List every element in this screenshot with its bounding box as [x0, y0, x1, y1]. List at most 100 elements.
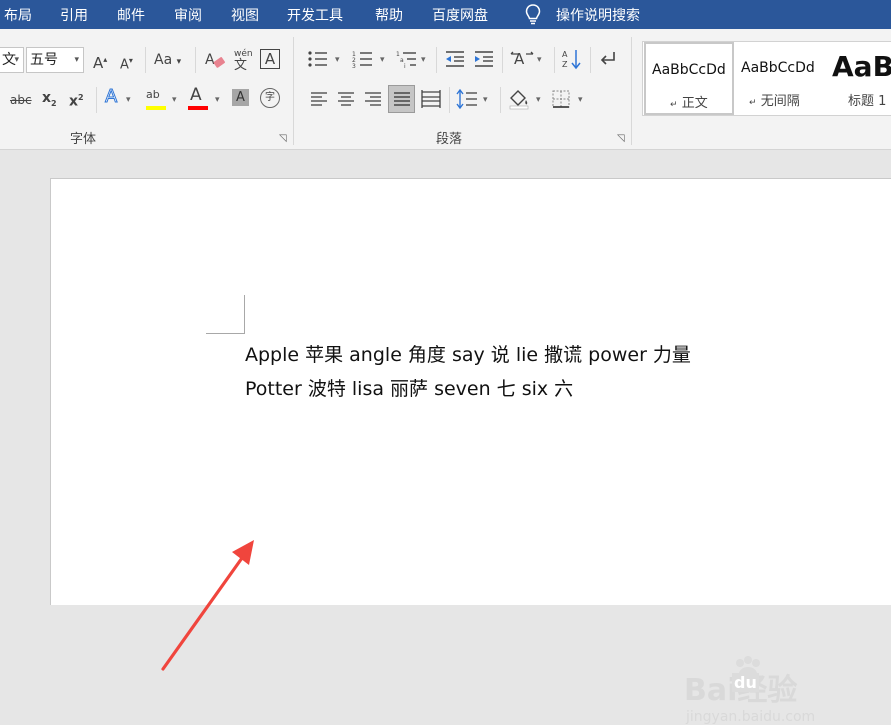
enclose-characters-button[interactable]: 字: [260, 88, 280, 108]
chevron-down-icon[interactable]: ▾: [578, 95, 583, 105]
font-name-dropdown[interactable]: 文 ▾: [0, 47, 24, 73]
divider: [195, 47, 196, 73]
font-group-label: 字体: [70, 132, 97, 147]
tab-baidu-netdisk[interactable]: 百度网盘: [432, 5, 488, 25]
clear-formatting-icon[interactable]: A: [204, 50, 226, 70]
borders-icon[interactable]: [552, 90, 570, 108]
menu-bar: 布局 引用 邮件 审阅 视图 开发工具 帮助 百度网盘 操作说明搜索: [0, 0, 891, 29]
chevron-down-icon[interactable]: ▾: [172, 95, 177, 105]
style-heading-1-name: 标题 1: [848, 94, 887, 109]
tab-layout[interactable]: 布局: [4, 5, 32, 25]
chevron-down-icon[interactable]: ▾: [536, 95, 541, 105]
subscript-mark: 2: [51, 98, 57, 108]
highlight-color-swatch: [146, 106, 166, 110]
tab-view[interactable]: 视图: [231, 5, 259, 25]
divider: [96, 87, 97, 113]
superscript-icon: x: [69, 93, 79, 110]
text-effects-button[interactable]: A: [104, 87, 117, 106]
chevron-down-icon: ▾: [74, 55, 79, 65]
font-size-dropdown[interactable]: 五号 ▾: [26, 47, 84, 73]
divider: [449, 87, 450, 113]
character-border-button[interactable]: A: [260, 49, 280, 69]
styles-gallery: AaBbCcDd ↵ 正文 AaBbCcDd ↵ 无间隔 AaB 标题 1: [642, 41, 891, 116]
change-case-icon: Aa: [154, 52, 173, 68]
red-arrow-annotation: [161, 540, 254, 671]
margin-mark: [206, 333, 245, 334]
document-line-1[interactable]: Apple 苹果 angle 角度 say 说 lie 撒谎 power 力量: [245, 340, 691, 367]
shrink-font-button[interactable]: A▾: [120, 52, 133, 74]
paragraph-dialog-launcher-icon[interactable]: ◹: [617, 133, 625, 144]
ribbon: 文 ▾ 五号 ▾ A▴ A▾ Aa ▾ A wén 文 A abc x2 x2 …: [0, 29, 891, 150]
superscript-button[interactable]: x2: [69, 89, 84, 111]
increase-indent-icon[interactable]: [473, 50, 495, 68]
chevron-down-icon[interactable]: ▾: [335, 55, 340, 65]
decrease-indent-icon[interactable]: [444, 50, 466, 68]
tab-mailings[interactable]: 邮件: [117, 5, 145, 25]
tab-developer[interactable]: 开发工具: [287, 5, 343, 25]
font-size-value: 五号: [30, 52, 58, 68]
shading-icon[interactable]: [508, 88, 530, 110]
style-no-spacing[interactable]: AaBbCcDd ↵ 无间隔: [735, 42, 825, 115]
highlight-label: ab: [146, 88, 160, 101]
chevron-down-icon[interactable]: ▾: [215, 95, 220, 105]
divider: [631, 37, 632, 145]
divider: [590, 47, 591, 73]
chevron-down-icon[interactable]: ▾: [126, 95, 131, 105]
bullets-icon[interactable]: [307, 50, 329, 68]
line-spacing-icon[interactable]: [456, 89, 478, 109]
divider: [554, 47, 555, 73]
lightbulb-icon[interactable]: [524, 3, 542, 25]
divider: [145, 47, 146, 73]
phonetic-guide-char: 文: [234, 58, 248, 73]
subscript-button[interactable]: x2: [42, 89, 57, 113]
svg-text:i: i: [404, 63, 406, 68]
divider: [502, 47, 503, 73]
align-center-icon[interactable]: [337, 91, 355, 107]
grow-font-icon: A: [93, 54, 104, 72]
paragraph-group-label: 段落: [436, 132, 463, 147]
font-color-swatch: [188, 106, 208, 110]
watermark-brand: Bai经验du: [684, 673, 797, 708]
svg-text:Z: Z: [562, 60, 568, 69]
multilevel-list-icon[interactable]: 1ai: [396, 50, 418, 68]
sort-icon[interactable]: AZ: [561, 48, 583, 70]
align-left-icon[interactable]: [310, 91, 328, 107]
distributed-icon[interactable]: [421, 89, 441, 109]
tab-review[interactable]: 审阅: [174, 5, 202, 25]
text-highlight-button[interactable]: ab: [146, 86, 160, 104]
style-no-spacing-name: ↵ 无间隔: [749, 94, 800, 109]
style-normal-name: ↵ 正文: [670, 96, 708, 111]
style-normal[interactable]: AaBbCcDd ↵ 正文: [644, 42, 734, 115]
svg-text:3: 3: [352, 63, 356, 68]
svg-text:A: A: [514, 50, 525, 68]
change-case-button[interactable]: Aa ▾: [154, 51, 181, 71]
style-heading-1[interactable]: AaB 标题 1: [826, 42, 891, 115]
font-dialog-launcher-icon[interactable]: ◹: [279, 133, 287, 144]
tab-help[interactable]: 帮助: [375, 5, 403, 25]
style-heading-1-sample: AaB: [832, 50, 891, 83]
font-color-button[interactable]: A: [190, 86, 202, 104]
watermark-url: jingyan.baidu.com: [686, 709, 816, 725]
shrink-font-icon: A: [120, 57, 129, 73]
tab-references[interactable]: 引用: [60, 5, 88, 25]
chevron-down-icon[interactable]: ▾: [380, 55, 385, 65]
chevron-down-icon[interactable]: ▾: [483, 95, 488, 105]
subscript-icon: x: [42, 90, 52, 106]
character-shading-button[interactable]: A: [232, 89, 249, 106]
chinese-layout-icon[interactable]: A: [510, 49, 534, 69]
grow-font-button[interactable]: A▴: [93, 51, 107, 72]
style-no-spacing-sample: AaBbCcDd: [741, 60, 815, 76]
show-formatting-marks-icon[interactable]: [598, 50, 618, 68]
chevron-down-icon[interactable]: ▾: [421, 55, 426, 65]
tell-me-search[interactable]: 操作说明搜索: [556, 5, 640, 25]
justify-button-selected[interactable]: [388, 85, 415, 113]
align-right-icon[interactable]: [364, 91, 382, 107]
document-area: Apple 苹果 angle 角度 say 说 lie 撒谎 power 力量 …: [0, 150, 891, 725]
document-line-2[interactable]: Potter 波特 lisa 丽萨 seven 七 six 六: [245, 374, 573, 401]
svg-text:A: A: [205, 52, 215, 68]
superscript-mark: 2: [78, 93, 84, 102]
divider: [436, 47, 437, 73]
strikethrough-button[interactable]: abc: [10, 91, 32, 109]
chevron-down-icon[interactable]: ▾: [537, 55, 542, 65]
numbering-icon[interactable]: 123: [352, 50, 374, 68]
